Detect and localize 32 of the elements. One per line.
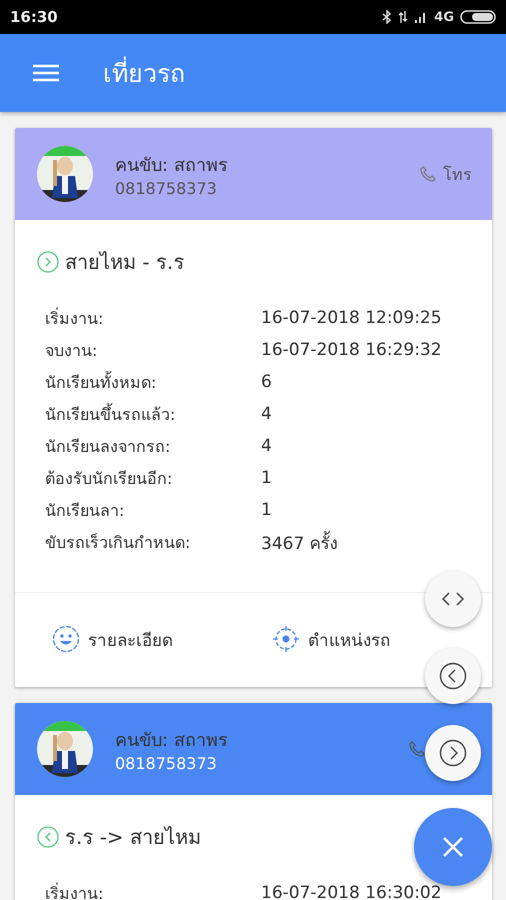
field-label: ขับรถเร็วเกินกำหนด: (45, 532, 192, 554)
network-type: 4G (434, 10, 454, 24)
phone-number: 0818758373 (115, 179, 218, 198)
field-label: นักเรียนขึ้นรถแล้ว: (45, 402, 176, 426)
field-label: นักเรียนลา: (45, 500, 126, 522)
driver-name: คนขับ: สถาพร (115, 154, 229, 178)
action-link[interactable]: ตำแหน่งรถ (308, 626, 390, 652)
action-link[interactable]: รายละเอียด (88, 626, 173, 652)
field-label: จบงาน: (45, 340, 98, 362)
route-name: ร.ร -> สายไหม (65, 824, 202, 851)
field-value: 3467 ครั้ง (261, 528, 338, 556)
field-label: นักเรียนทั้งหมด: (45, 370, 158, 394)
field-value: 16-07-2018 12:09:25 (261, 308, 442, 328)
field-value: 4 (261, 404, 272, 424)
field-value: 16-07-2018 16:29:32 (261, 340, 442, 360)
field-value: 1 (261, 500, 272, 520)
call-button[interactable]: โทร (443, 162, 472, 186)
driver-header[interactable]: คนขับ: สถาพร 0818758373 โทร (15, 128, 492, 220)
route-name: สายไหม - ร.ร (65, 249, 184, 276)
field-value: 6 (261, 372, 272, 392)
phone-number: 0818758373 (115, 754, 218, 773)
field-label: ต้องรับนักเรียนอีก: (45, 468, 174, 490)
app-title: เที่ยวรถ (103, 53, 185, 93)
driver-name: คนขับ: สถาพร (115, 729, 229, 753)
field-value: 16-07-2018 16:30:02 (261, 883, 442, 900)
field-label: เริ่มงาน: (45, 882, 104, 900)
driver-header[interactable]: คนขับ: สถาพร 0818758373 (15, 703, 492, 795)
field-label: เริ่มงาน: (45, 306, 104, 330)
field-label: นักเรียนลงจากรถ: (45, 436, 172, 458)
field-value: 4 (261, 436, 272, 456)
field-value: 1 (261, 468, 272, 488)
status-time: 16:30 (10, 8, 58, 26)
